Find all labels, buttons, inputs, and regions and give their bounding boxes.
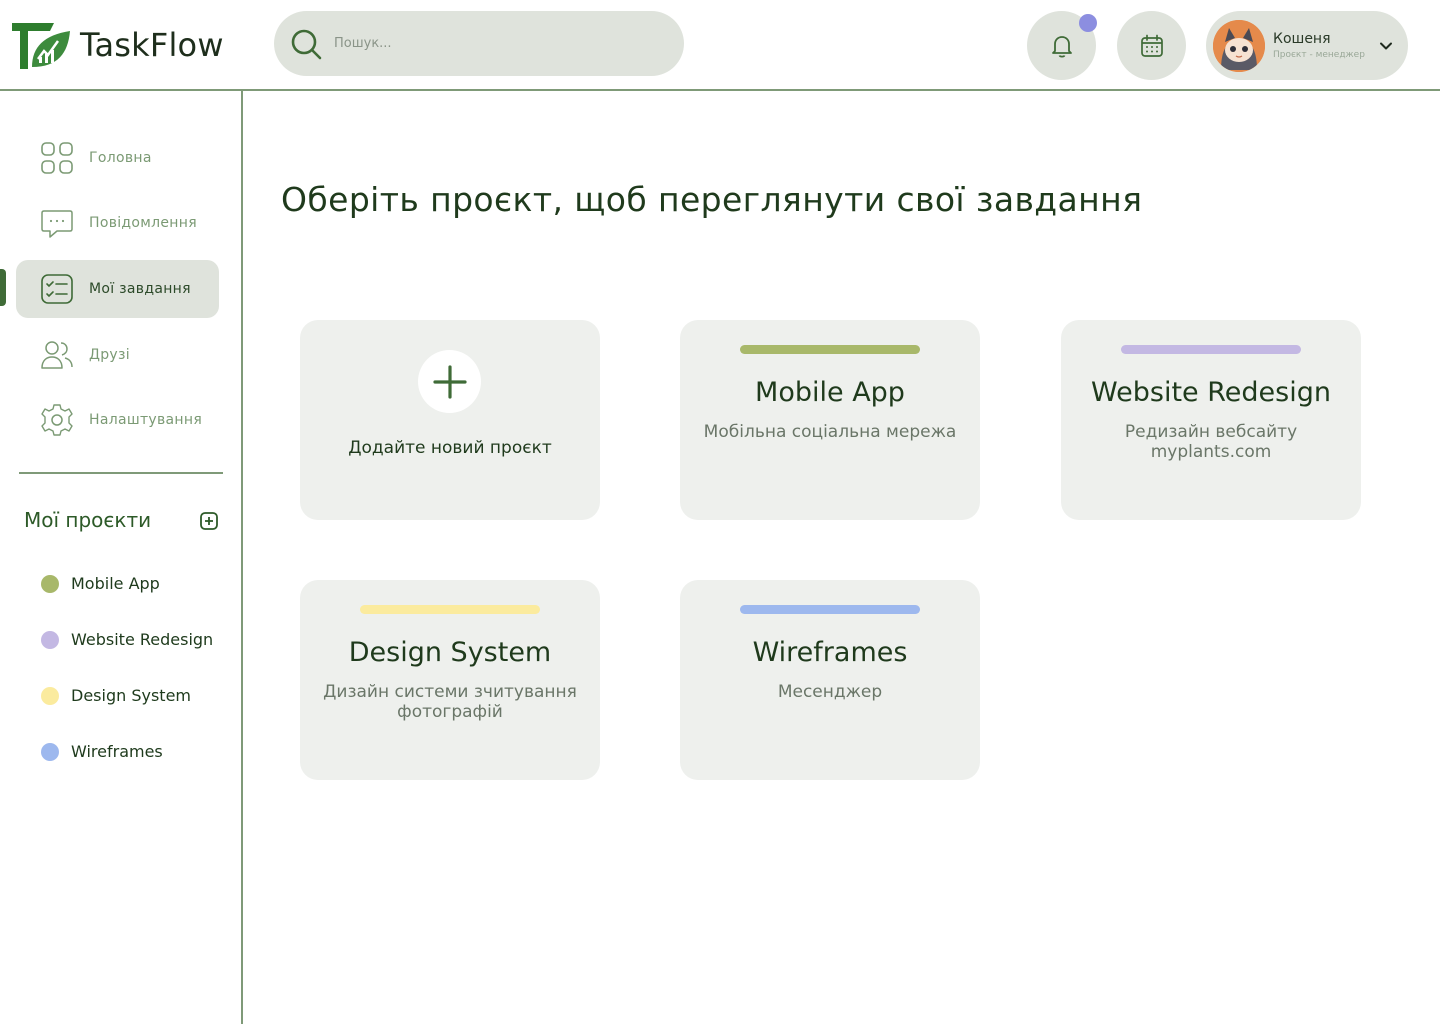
users-icon <box>41 341 73 369</box>
project-card-title: Website Redesign <box>1091 377 1331 408</box>
sidebar: Головна Повідомлення Мої завдання Друзі <box>0 91 243 1024</box>
grid-icon <box>41 142 73 174</box>
project-color-dot <box>41 686 59 705</box>
project-color-bar <box>1121 345 1301 354</box>
app-name: TaskFlow <box>80 26 224 64</box>
sidebar-item-label: Повідомлення <box>89 215 197 231</box>
project-label: Mobile App <box>71 574 160 593</box>
project-card-subtitle: Мобільна соціальна мережа <box>703 422 957 442</box>
project-item-website-redesign[interactable]: Website Redesign <box>41 630 213 649</box>
add-project-button[interactable] <box>418 350 481 413</box>
project-card-title: Mobile App <box>755 377 905 408</box>
project-color-dot <box>41 630 59 649</box>
project-label: Website Redesign <box>71 630 214 649</box>
project-card-wireframes[interactable]: Wireframes Месенджер <box>680 580 980 780</box>
project-item-design-system[interactable]: Design System <box>41 686 191 705</box>
search-icon <box>291 29 322 59</box>
top-bar: TaskFlow Пошук... Кошеня Проєкт - менедж… <box>0 0 1440 91</box>
user-role: Проєкт - менеджер <box>1273 50 1365 60</box>
project-card-subtitle: Редизайн вебсайту myplants.com <box>1124 422 1298 462</box>
sidebar-item-my-tasks[interactable]: Мої завдання <box>16 260 219 318</box>
active-nav-marker <box>0 269 6 306</box>
chevron-down-icon[interactable] <box>1378 38 1394 54</box>
projects-heading: Мої проєкти <box>24 508 152 532</box>
sidebar-item-label: Головна <box>89 150 152 166</box>
calendar-icon <box>1140 34 1163 57</box>
project-color-bar <box>740 345 920 354</box>
search-bar[interactable] <box>274 11 684 76</box>
project-card-mobile-app[interactable]: Mobile App Мобільна соціальна мережа <box>680 320 980 520</box>
add-project-icon[interactable] <box>199 511 219 531</box>
bell-icon <box>1051 35 1072 58</box>
sidebar-divider <box>19 472 223 474</box>
avatar <box>1213 19 1265 72</box>
project-color-dot <box>41 574 59 593</box>
project-label: Design System <box>71 686 191 705</box>
sidebar-item-label: Налаштування <box>89 412 203 428</box>
project-color-bar <box>740 605 920 614</box>
user-name: Кошеня <box>1273 31 1331 47</box>
project-label: Wireframes <box>71 742 163 761</box>
sidebar-item-label: Мої завдання <box>89 281 191 297</box>
project-card-subtitle: Месенджер <box>777 682 883 702</box>
project-card-title: Wireframes <box>752 637 908 668</box>
project-card-website-redesign[interactable]: Website Redesign Редизайн вебсайту mypla… <box>1061 320 1361 520</box>
sidebar-item-settings[interactable]: Налаштування <box>16 391 219 449</box>
sidebar-item-messages[interactable]: Повідомлення <box>16 194 219 252</box>
project-color-dot <box>41 742 59 761</box>
project-card-title: Design System <box>348 637 552 668</box>
chat-icon <box>41 210 73 238</box>
project-card-subtitle: Дизайн системи зчитування фотографій <box>323 682 577 722</box>
cat-avatar-icon <box>1213 19 1265 72</box>
sidebar-item-home[interactable]: Головна <box>16 129 219 187</box>
sidebar-item-friends[interactable]: Друзі <box>16 326 219 384</box>
calendar-button[interactable] <box>1117 11 1186 80</box>
notification-badge <box>1079 14 1097 32</box>
project-item-mobile-app[interactable]: Mobile App <box>41 574 160 593</box>
gear-icon <box>41 404 73 436</box>
page-title: Оберіть проєкт, щоб переглянути свої зав… <box>281 180 1143 219</box>
add-project-card[interactable]: Додайте новий проєкт <box>300 320 600 520</box>
project-card-design-system[interactable]: Design System Дизайн системи зчитування … <box>300 580 600 780</box>
search-input[interactable] <box>334 36 654 51</box>
plus-icon <box>432 364 467 399</box>
app-logo[interactable]: TaskFlow <box>10 17 224 73</box>
project-color-bar <box>360 605 540 614</box>
taskflow-logo-icon <box>12 23 70 69</box>
user-profile-menu[interactable]: Кошеня Проєкт - менеджер <box>1206 11 1408 80</box>
add-project-label: Додайте новий проєкт <box>348 438 552 458</box>
checklist-icon <box>41 274 73 304</box>
sidebar-item-label: Друзі <box>89 347 130 363</box>
project-item-wireframes[interactable]: Wireframes <box>41 742 163 761</box>
